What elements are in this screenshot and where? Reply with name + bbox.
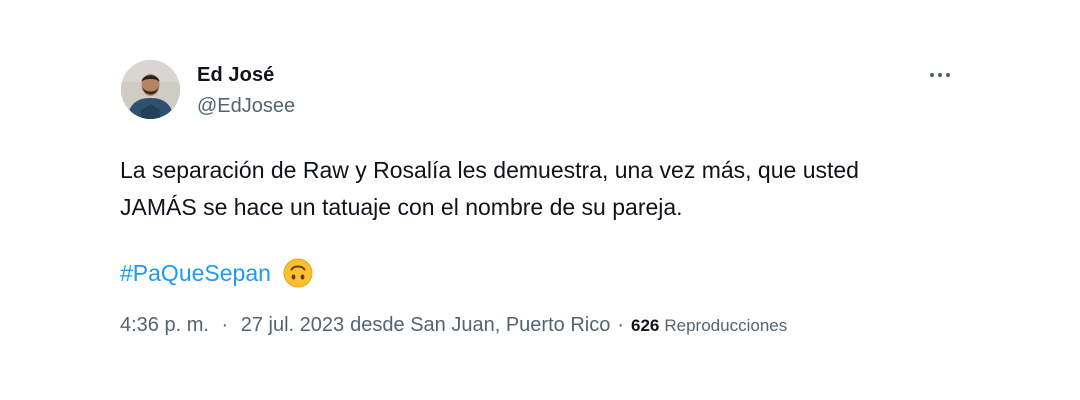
tweet-date: 27 jul. 2023	[240, 314, 345, 336]
tweet-location: desde San Juan, Puerto Rico	[350, 314, 611, 336]
meta-separator: ·	[617, 314, 624, 336]
tweet-timestamp[interactable]: 4:36 p. m. · 27 jul. 2023	[120, 314, 344, 337]
views-label: Reproducciones	[664, 316, 788, 335]
tweet-metadata: 4:36 p. m. · 27 jul. 2023 desde San Juan…	[120, 314, 787, 344]
upside-down-face-emoji-icon	[283, 258, 313, 288]
hashtag-link[interactable]: #PaQueSepan	[120, 260, 271, 287]
tweet-text-line: La separación de Raw y Rosalía les demue…	[120, 157, 859, 183]
hashtag-row: #PaQueSepan	[120, 256, 313, 290]
views-count: 626	[631, 316, 660, 335]
tweet-text: La separación de Raw y Rosalía les demue…	[120, 152, 980, 226]
meta-separator: ·	[221, 314, 229, 336]
avatar-image	[121, 60, 180, 119]
more-dots-icon[interactable]	[928, 66, 952, 84]
tweet-time: 4:36 p. m.	[120, 314, 209, 336]
author-handle[interactable]: @EdJosee	[197, 95, 295, 118]
tweet-text-line: JAMÁS se hace un tatuaje con el nombre d…	[120, 194, 683, 220]
author-display-name[interactable]: Ed José	[197, 64, 274, 87]
tweet-card: Ed José @EdJosee La separación de Raw y …	[0, 0, 1080, 400]
avatar[interactable]	[121, 60, 180, 119]
